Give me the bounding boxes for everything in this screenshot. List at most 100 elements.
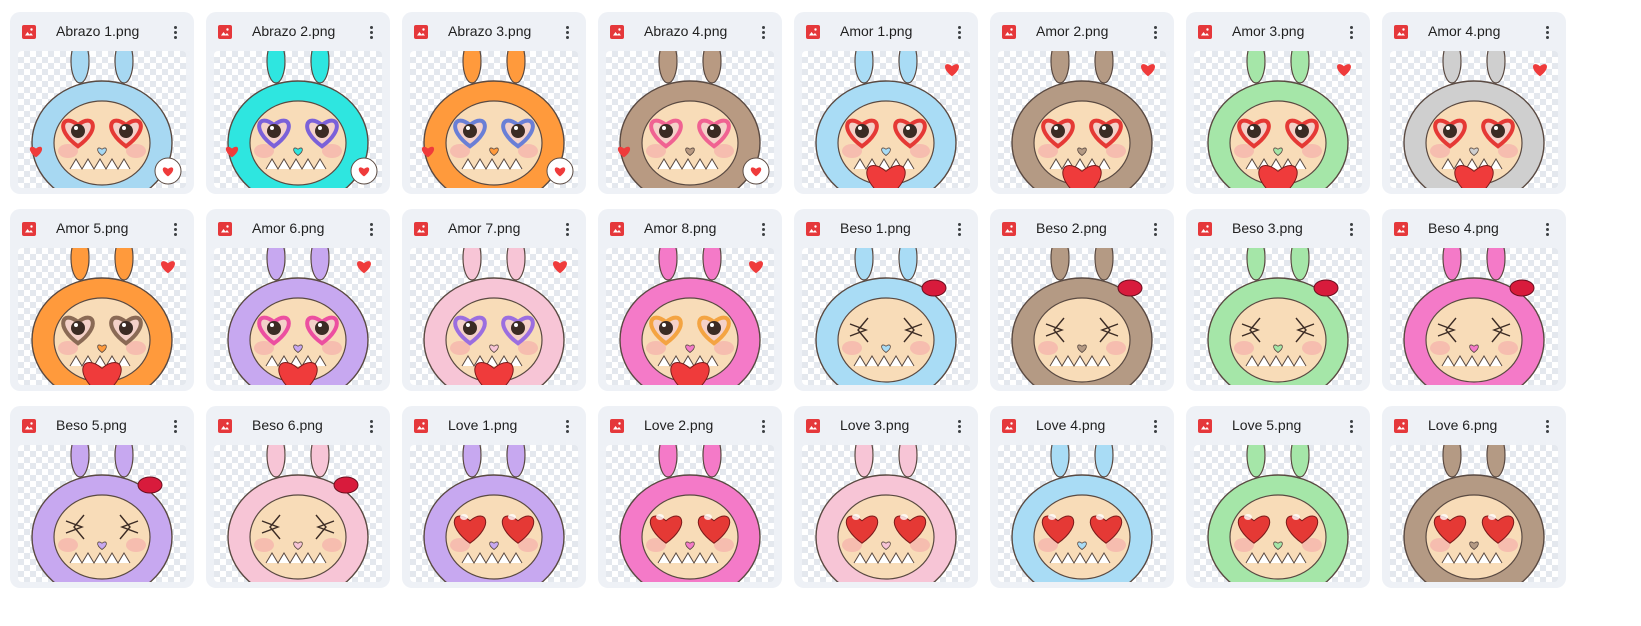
more-options-button[interactable] <box>556 218 578 240</box>
file-card[interactable]: Beso 1.png <box>794 209 978 391</box>
file-thumbnail[interactable] <box>214 51 382 188</box>
file-card[interactable]: Love 4.png <box>990 406 1174 588</box>
image-file-icon <box>1394 419 1408 433</box>
more-options-button[interactable] <box>1144 21 1166 43</box>
file-card[interactable]: Amor 1.png <box>794 12 978 194</box>
more-vert-icon <box>369 419 373 423</box>
file-thumbnail[interactable] <box>606 445 774 582</box>
more-options-button[interactable] <box>164 218 186 240</box>
file-card-header: Beso 5.png <box>10 406 194 444</box>
file-name: Abrazo 1.png <box>56 23 140 39</box>
file-thumbnail[interactable] <box>1194 51 1362 188</box>
file-thumbnail[interactable] <box>802 445 970 582</box>
file-thumbnail[interactable] <box>1390 445 1558 582</box>
file-card-header: Beso 2.png <box>990 209 1174 247</box>
more-options-button[interactable] <box>948 218 970 240</box>
more-options-button[interactable] <box>360 21 382 43</box>
more-options-button[interactable] <box>556 21 578 43</box>
more-options-button[interactable] <box>752 21 774 43</box>
file-thumbnail[interactable] <box>802 248 970 385</box>
file-thumbnail[interactable] <box>802 51 970 188</box>
file-card[interactable]: Love 2.png <box>598 406 782 588</box>
more-options-button[interactable] <box>556 415 578 437</box>
file-card[interactable]: Abrazo 4.png <box>598 12 782 194</box>
more-vert-icon <box>761 419 765 423</box>
more-options-button[interactable] <box>1536 415 1558 437</box>
file-card[interactable]: Abrazo 1.png <box>10 12 194 194</box>
file-name: Love 3.png <box>840 417 910 433</box>
file-name: Amor 3.png <box>1232 23 1305 39</box>
file-name: Amor 1.png <box>840 23 913 39</box>
file-thumbnail[interactable] <box>214 445 382 582</box>
more-options-button[interactable] <box>1536 218 1558 240</box>
file-card[interactable]: Amor 3.png <box>1186 12 1370 194</box>
file-name: Beso 3.png <box>1232 220 1303 236</box>
more-options-button[interactable] <box>164 415 186 437</box>
file-card[interactable]: Beso 6.png <box>206 406 390 588</box>
file-thumbnail[interactable] <box>18 445 186 582</box>
file-thumbnail[interactable] <box>606 51 774 188</box>
file-thumbnail[interactable] <box>1390 51 1558 188</box>
file-thumbnail[interactable] <box>606 248 774 385</box>
file-name: Love 6.png <box>1428 417 1498 433</box>
image-file-icon <box>1002 419 1016 433</box>
more-options-button[interactable] <box>1340 415 1362 437</box>
more-options-button[interactable] <box>752 415 774 437</box>
more-vert-icon <box>369 222 373 226</box>
file-card[interactable]: Love 6.png <box>1382 406 1566 588</box>
file-card[interactable]: Amor 7.png <box>402 209 586 391</box>
file-thumbnail[interactable] <box>410 445 578 582</box>
more-vert-icon <box>173 25 177 29</box>
file-name: Amor 2.png <box>1036 23 1109 39</box>
file-card[interactable]: Beso 2.png <box>990 209 1174 391</box>
file-thumbnail[interactable] <box>18 248 186 385</box>
file-card[interactable]: Love 5.png <box>1186 406 1370 588</box>
file-name: Love 4.png <box>1036 417 1106 433</box>
file-card[interactable]: Amor 8.png <box>598 209 782 391</box>
image-file-icon <box>1002 222 1016 236</box>
file-thumbnail[interactable] <box>998 248 1166 385</box>
file-card[interactable]: Beso 3.png <box>1186 209 1370 391</box>
file-thumbnail[interactable] <box>1390 248 1558 385</box>
file-card-header: Abrazo 1.png <box>10 12 194 50</box>
image-file-icon <box>1198 419 1212 433</box>
file-name: Amor 6.png <box>252 220 325 236</box>
file-thumbnail[interactable] <box>1194 248 1362 385</box>
file-card-header: Love 1.png <box>402 406 586 444</box>
more-options-button[interactable] <box>1340 21 1362 43</box>
file-card[interactable]: Amor 4.png <box>1382 12 1566 194</box>
file-card[interactable]: Abrazo 3.png <box>402 12 586 194</box>
more-options-button[interactable] <box>360 218 382 240</box>
file-card[interactable]: Amor 5.png <box>10 209 194 391</box>
more-vert-icon <box>1545 25 1549 29</box>
file-thumbnail[interactable] <box>998 445 1166 582</box>
file-thumbnail[interactable] <box>18 51 186 188</box>
file-name: Love 1.png <box>448 417 518 433</box>
more-vert-icon <box>565 222 569 226</box>
more-vert-icon <box>761 222 765 226</box>
file-card-header: Love 6.png <box>1382 406 1566 444</box>
file-thumbnail[interactable] <box>1194 445 1362 582</box>
file-card[interactable]: Amor 6.png <box>206 209 390 391</box>
more-options-button[interactable] <box>360 415 382 437</box>
more-options-button[interactable] <box>1144 218 1166 240</box>
more-vert-icon <box>1349 25 1353 29</box>
file-thumbnail[interactable] <box>410 51 578 188</box>
more-options-button[interactable] <box>164 21 186 43</box>
file-thumbnail[interactable] <box>214 248 382 385</box>
more-options-button[interactable] <box>1536 21 1558 43</box>
more-vert-icon <box>761 25 765 29</box>
more-options-button[interactable] <box>1144 415 1166 437</box>
more-options-button[interactable] <box>948 415 970 437</box>
more-options-button[interactable] <box>948 21 970 43</box>
file-card[interactable]: Beso 5.png <box>10 406 194 588</box>
more-options-button[interactable] <box>1340 218 1362 240</box>
file-card[interactable]: Love 3.png <box>794 406 978 588</box>
file-card[interactable]: Beso 4.png <box>1382 209 1566 391</box>
file-thumbnail[interactable] <box>410 248 578 385</box>
file-card[interactable]: Abrazo 2.png <box>206 12 390 194</box>
more-options-button[interactable] <box>752 218 774 240</box>
file-thumbnail[interactable] <box>998 51 1166 188</box>
file-card[interactable]: Amor 2.png <box>990 12 1174 194</box>
file-card[interactable]: Love 1.png <box>402 406 586 588</box>
